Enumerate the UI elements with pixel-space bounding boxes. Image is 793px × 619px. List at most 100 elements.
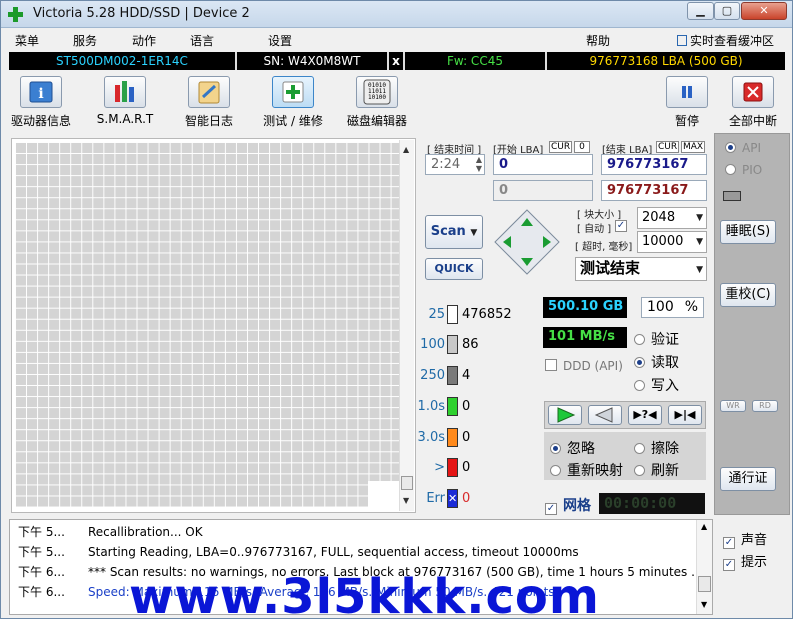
passport-button[interactable]: 通行证	[720, 467, 776, 491]
smart-button[interactable]: S.M.A.R.T	[81, 76, 169, 126]
latency-count: 0	[462, 491, 471, 506]
minimize-button[interactable]: ▁	[687, 2, 714, 20]
playback-buttons: ▶?◀ ▶|◀	[544, 401, 706, 429]
action-refresh-radio[interactable]: 刷新	[634, 460, 679, 480]
victoria-cross-icon	[8, 7, 23, 22]
timeout-select[interactable]: 10000 ▼	[637, 231, 707, 253]
latency-threshold: 25	[428, 307, 445, 322]
drive-serial: SN: W4X0M8WT	[263, 54, 361, 68]
window-title: Victoria 5.28 HDD/SSD | Device 2	[33, 6, 250, 21]
sound-checkbox[interactable]: ✓ 声音	[723, 529, 767, 549]
close-button[interactable]: ✕	[741, 2, 787, 20]
progress-percent: 100%	[641, 297, 704, 318]
latency-threshold: 100	[420, 337, 445, 352]
action-remap-radio[interactable]: 重新映射	[550, 460, 623, 480]
mode-read-radio[interactable]: 读取	[634, 352, 679, 372]
chevron-down-icon: ▼	[696, 265, 703, 275]
grid-checkbox[interactable]: ✓ 网格	[545, 495, 591, 515]
quick-button[interactable]: QUICK	[425, 258, 483, 280]
sleep-button[interactable]: 睡眠(S)	[720, 220, 776, 244]
mode-write-radio[interactable]: 写入	[634, 375, 679, 395]
end-time-field[interactable]: 2:24 ▲ ▼	[425, 154, 485, 175]
test-repair-label: 测试 / 维修	[263, 114, 323, 128]
notepad-icon	[198, 81, 220, 104]
scroll-thumb[interactable]	[401, 476, 413, 490]
log-row: 下午 5... Starting Reading, LBA=0..97677316…	[18, 545, 579, 559]
block-size-select[interactable]: 2048 ▼	[637, 207, 707, 229]
action-group: 忽略 擦除 重新映射 刷新	[544, 432, 706, 480]
driver-info-button[interactable]: i 驱动器信息	[1, 76, 85, 129]
chevron-down-icon: ▼	[696, 237, 703, 247]
menu-service[interactable]: 服务	[73, 32, 97, 49]
menu-main[interactable]: 菜单	[15, 32, 39, 49]
pio-radio[interactable]: PIO	[725, 163, 762, 177]
test-status-select[interactable]: 测试结束 ▼	[575, 257, 707, 281]
menu-bar: 菜单 服务 动作 语言 设置 帮助 实时查看缓冲区	[1, 29, 792, 51]
rewind-button[interactable]	[588, 405, 622, 425]
play-button[interactable]	[548, 405, 582, 425]
latency-row: Err ✕ 0	[419, 489, 539, 509]
info-icon: i	[29, 81, 53, 103]
recalibrate-button[interactable]: 重校(C)	[720, 283, 776, 307]
action-ignore-radio[interactable]: 忽略	[550, 438, 595, 458]
title-bar[interactable]: Victoria 5.28 HDD/SSD | Device 2 ▁ ▢ ✕	[1, 1, 792, 28]
skip-unknown-button[interactable]: ▶?◀	[628, 405, 662, 425]
drive-firmware: Fw: CC45	[447, 54, 503, 68]
log-options: ✓ 声音 ✓ 提示	[719, 521, 791, 617]
grid-scrollbar[interactable]: ▲ ▼	[399, 140, 414, 511]
auto-checkbox[interactable]: ✓	[615, 220, 627, 232]
play-icon	[557, 407, 576, 423]
latency-count: 476852	[462, 307, 512, 322]
spin-arrows-icon[interactable]: ▲ ▼	[476, 155, 482, 173]
scan-speed: 101 MB/s	[543, 327, 627, 348]
abort-all-button[interactable]: 全部中断	[709, 76, 792, 129]
log-scrollbar[interactable]: ▲ ▼	[696, 520, 712, 614]
drive-close-x[interactable]: x	[389, 52, 403, 70]
direction-pad[interactable]	[493, 208, 561, 276]
realtime-buffer-toggle[interactable]: 实时查看缓冲区	[677, 32, 774, 49]
latency-count: 0	[462, 460, 471, 475]
green-plus-icon	[282, 81, 304, 103]
max-end-button[interactable]: MAX	[681, 141, 706, 153]
drive-info-bar: ST500DM002-1ER14C SN: W4X0M8WT x Fw: CC4…	[9, 52, 785, 70]
hints-checkbox[interactable]: ✓ 提示	[723, 551, 767, 571]
scroll-down-icon[interactable]: ▼	[701, 600, 707, 609]
api-radio[interactable]: API	[725, 141, 761, 155]
scan-progress-panel: 500.10 GB 100% 101 MB/s 验证 读取 写入 DDD (AP…	[541, 292, 707, 516]
action-erase-radio[interactable]: 擦除	[634, 438, 679, 458]
menu-help[interactable]: 帮助	[586, 32, 610, 49]
latency-threshold: 1.0s	[417, 399, 445, 414]
mode-verify-radio[interactable]: 验证	[634, 329, 679, 349]
scroll-up-icon[interactable]: ▲	[701, 522, 707, 531]
menu-settings[interactable]: 设置	[268, 32, 292, 49]
driver-info-label: 驱动器信息	[10, 114, 71, 128]
cur-start-button[interactable]: CUR	[549, 141, 573, 153]
scroll-up-icon[interactable]: ▲	[403, 145, 409, 154]
menu-language[interactable]: 语言	[190, 32, 214, 49]
latency-color-swatch	[447, 428, 458, 447]
ddd-api-checkbox[interactable]: DDD (API)	[545, 359, 623, 373]
latency-color-swatch	[447, 397, 458, 416]
scroll-down-icon[interactable]: ▼	[403, 496, 409, 505]
maximize-button[interactable]: ▢	[714, 2, 740, 20]
side-panel: API PIO 睡眠(S) 重校(C) WR RD 通行证	[714, 133, 790, 515]
smart-label: S.M.A.R.T	[96, 112, 154, 126]
block-size-label: [ 块大小 ]	[577, 210, 622, 221]
start-lba-field[interactable]: 0	[493, 154, 593, 175]
stop-x-icon	[743, 82, 763, 102]
wr-button[interactable]: WR	[720, 400, 746, 412]
latency-row: 1.0s 0	[418, 397, 539, 417]
latency-row: 100 86	[419, 335, 539, 355]
menu-action[interactable]: 动作	[132, 32, 156, 49]
smart-log-button[interactable]: 智能日志	[165, 76, 253, 129]
scroll-thumb[interactable]	[698, 576, 711, 592]
zero-start-button[interactable]: 0	[574, 141, 590, 153]
skip-end-button[interactable]: ▶|◀	[668, 405, 702, 425]
buffer-icon	[677, 35, 687, 46]
end-lba-field[interactable]: 976773167	[601, 154, 707, 175]
disk-editor-button[interactable]: 01010 11011 10100 磁盘编辑器	[333, 76, 421, 129]
rd-button[interactable]: RD	[752, 400, 778, 412]
test-repair-button[interactable]: 测试 / 维修	[249, 76, 337, 129]
scan-button[interactable]: Scan ▼	[425, 215, 483, 249]
cur-end-button[interactable]: CUR	[656, 141, 680, 153]
